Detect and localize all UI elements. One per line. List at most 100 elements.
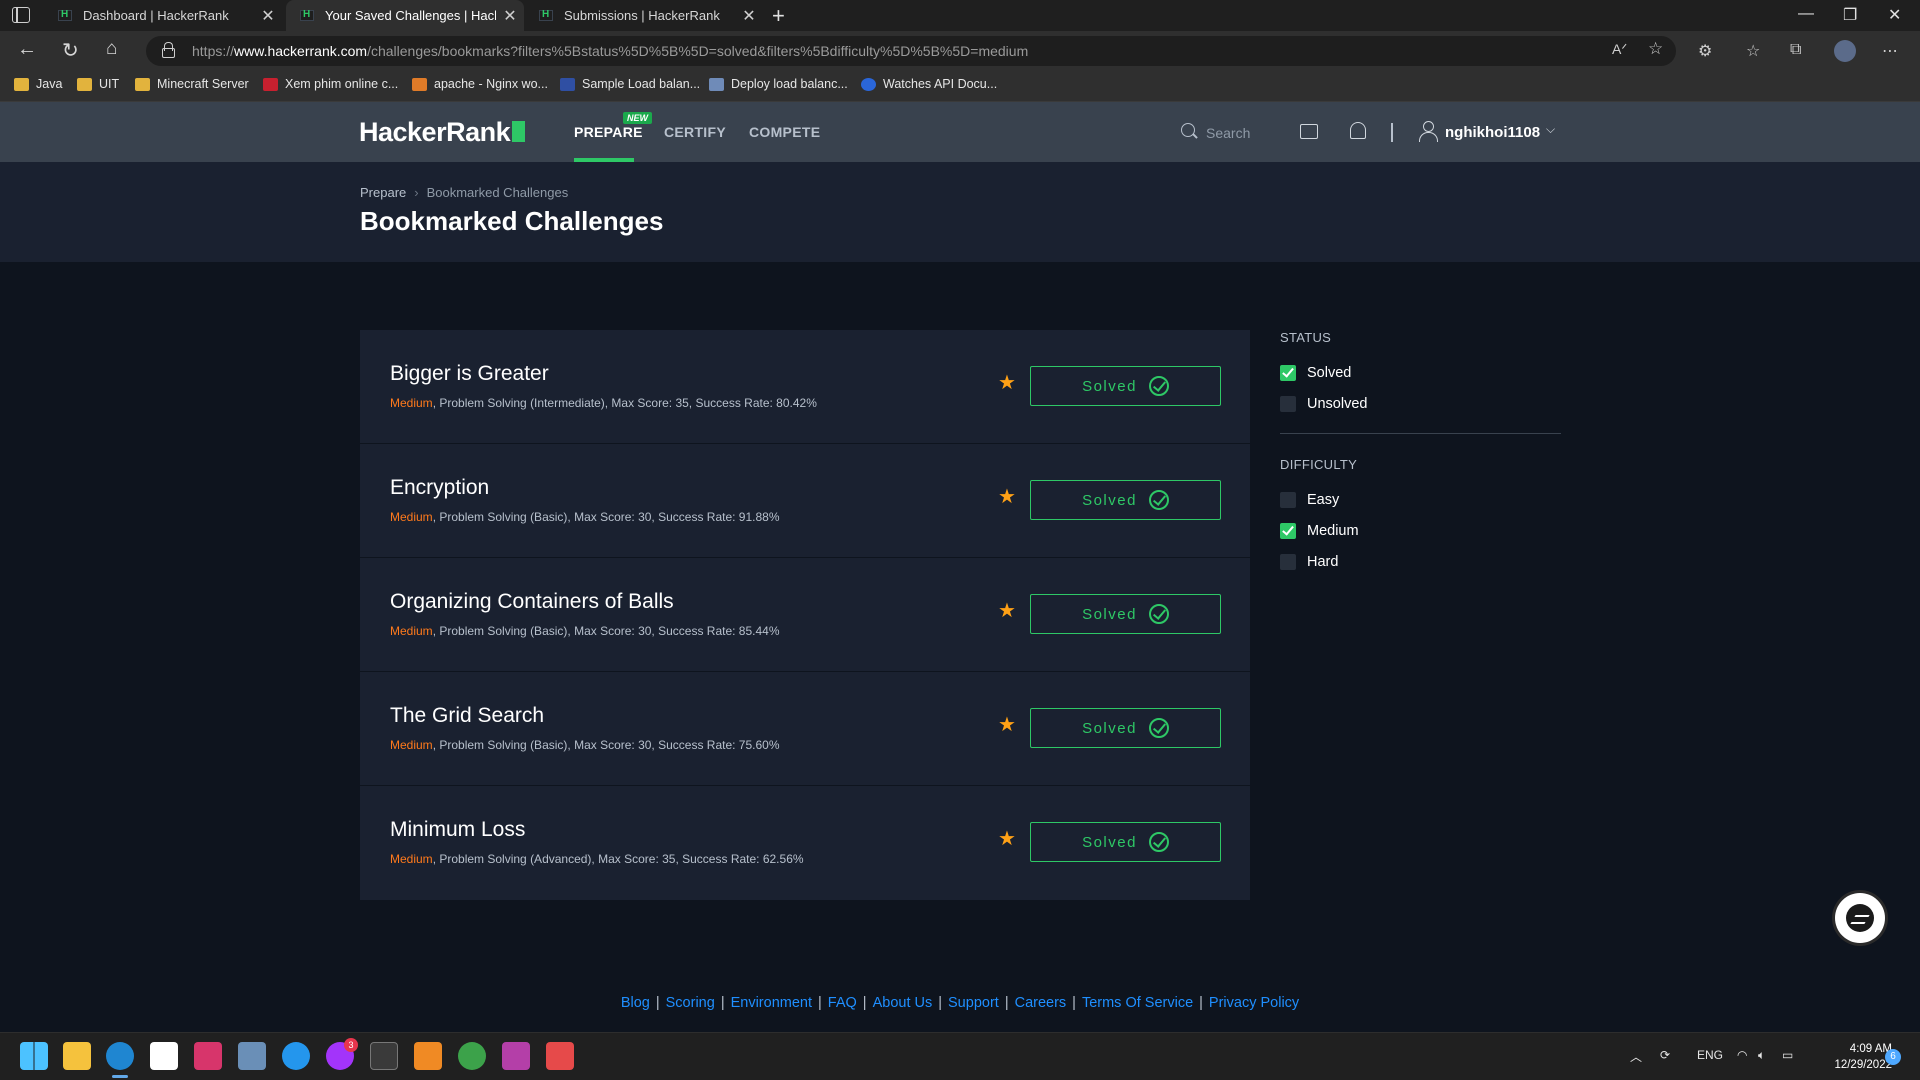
bookmark-star-icon[interactable]: ★: [998, 370, 1016, 395]
pdf-editor-icon[interactable]: [502, 1042, 530, 1070]
breadcrumb-prepare[interactable]: Prepare: [360, 185, 406, 200]
bookmark-minecraft-server[interactable]: Minecraft Server: [135, 77, 249, 91]
notification-count-badge[interactable]: 6: [1885, 1049, 1901, 1065]
nav-prepare[interactable]: PREPARE: [574, 124, 643, 140]
footer-link-faq[interactable]: FAQ: [828, 995, 857, 1011]
back-icon[interactable]: ←: [17, 38, 37, 61]
bookmark-uit[interactable]: UIT: [77, 77, 119, 91]
filter-easy[interactable]: Easy: [1280, 484, 1561, 515]
edge-dev-icon[interactable]: [458, 1042, 486, 1070]
notifications-bell-icon[interactable]: [1350, 122, 1366, 139]
favorite-add-icon[interactable]: ☆: [1648, 39, 1663, 59]
filter-solved[interactable]: Solved: [1280, 357, 1561, 388]
start-windows-icon[interactable]: [20, 1042, 48, 1070]
footer-link-support[interactable]: Support: [948, 995, 999, 1011]
messenger-chat-icon[interactable]: [1835, 893, 1885, 943]
profile-avatar[interactable]: [1834, 40, 1856, 62]
hackerrank-logo[interactable]: HackerRank: [359, 117, 526, 148]
messages-icon[interactable]: [1300, 124, 1318, 139]
sublime-text-icon[interactable]: [414, 1042, 442, 1070]
home-icon[interactable]: ⌂: [106, 38, 117, 60]
checkbox-unchecked[interactable]: [1280, 491, 1296, 508]
filter-medium[interactable]: Medium: [1280, 515, 1561, 546]
url-text[interactable]: https://www.hackerrank.com/challenges/bo…: [192, 43, 1028, 59]
refresh-icon[interactable]: ↻: [62, 38, 79, 63]
bookmark-star-icon[interactable]: ★: [998, 484, 1016, 509]
solved-button[interactable]: Solved: [1030, 480, 1221, 520]
language-indicator[interactable]: ENG: [1697, 1048, 1723, 1062]
bookmark-star-icon[interactable]: ★: [998, 712, 1016, 737]
wifi-icon[interactable]: ◠: [1737, 1048, 1747, 1062]
footer-link-terms[interactable]: Terms Of Service: [1082, 995, 1193, 1011]
solved-button[interactable]: Solved: [1030, 594, 1221, 634]
nav-compete[interactable]: COMPETE: [749, 124, 820, 140]
footer-link-environment[interactable]: Environment: [731, 995, 812, 1011]
collections-icon[interactable]: ⧉: [1790, 41, 1801, 59]
bookmark-deploy-load-balancer[interactable]: Deploy load balanc...: [709, 77, 848, 91]
checkbox-unchecked[interactable]: [1280, 553, 1296, 570]
challenge-title[interactable]: Minimum Loss: [390, 818, 525, 842]
username-menu[interactable]: nghikhoi1108: [1445, 124, 1540, 141]
battery-icon[interactable]: ▭: [1782, 1048, 1793, 1062]
system-clock[interactable]: 4:09 AM 12/29/2022: [1822, 1041, 1892, 1073]
challenge-title[interactable]: The Grid Search: [390, 704, 544, 728]
tab-actions-icon[interactable]: [12, 7, 30, 23]
search-input[interactable]: Search: [1206, 125, 1250, 141]
minimize-icon[interactable]: —: [1798, 5, 1814, 23]
bookmark-java[interactable]: Java: [14, 77, 62, 91]
filter-hard[interactable]: Hard: [1280, 546, 1561, 577]
user-icon[interactable]: [1418, 121, 1438, 143]
bookmark-apache-nginx[interactable]: apache - Nginx wo...: [412, 77, 548, 91]
footer-link-careers[interactable]: Careers: [1015, 995, 1067, 1011]
lock-icon[interactable]: [162, 42, 175, 58]
footer-link-about-us[interactable]: About Us: [873, 995, 933, 1011]
challenge-title[interactable]: Organizing Containers of Balls: [390, 590, 674, 614]
browser-tab-saved-challenges[interactable]: Your Saved Challenges | HackerRank ✕: [286, 0, 524, 31]
tray-chevron-up-icon[interactable]: ︿: [1630, 1048, 1642, 1065]
more-menu-icon[interactable]: ⋯: [1882, 41, 1898, 61]
sync-icon[interactable]: ⟳: [1660, 1048, 1670, 1062]
volume-icon[interactable]: 🔈︎: [1758, 1048, 1765, 1063]
new-tab-icon[interactable]: +: [772, 3, 785, 29]
tab-close-icon[interactable]: ✕: [735, 6, 763, 26]
checkbox-checked[interactable]: [1280, 364, 1296, 381]
browser-tab-dashboard[interactable]: Dashboard | HackerRank ✕: [44, 0, 282, 31]
bookmark-sample-load-balancer[interactable]: Sample Load balan...: [560, 77, 700, 91]
docker-icon[interactable]: [282, 1042, 310, 1070]
solved-button[interactable]: Solved: [1030, 708, 1221, 748]
messenger-taskbar-icon[interactable]: 3: [326, 1038, 358, 1070]
nav-certify[interactable]: CERTIFY: [664, 124, 726, 140]
address-bar[interactable]: https://www.hackerrank.com/challenges/bo…: [146, 36, 1676, 66]
extensions-icon[interactable]: ⚙: [1698, 41, 1712, 61]
terminal-icon[interactable]: [370, 1042, 398, 1070]
search-icon[interactable]: [1181, 123, 1195, 137]
notion-icon[interactable]: [150, 1042, 178, 1070]
tab-close-icon[interactable]: ✕: [254, 6, 282, 26]
file-explorer-icon[interactable]: [63, 1042, 91, 1070]
filter-unsolved[interactable]: Unsolved: [1280, 388, 1561, 419]
edge-browser-icon[interactable]: [106, 1042, 134, 1078]
favorites-icon[interactable]: ☆: [1746, 41, 1760, 61]
window-close-icon[interactable]: ✕: [1888, 5, 1901, 25]
bookmark-star-icon[interactable]: ★: [998, 826, 1016, 851]
snipping-tool-icon[interactable]: [546, 1042, 574, 1070]
footer-link-privacy[interactable]: Privacy Policy: [1209, 995, 1299, 1011]
footer-link-scoring[interactable]: Scoring: [666, 995, 715, 1011]
tab-close-icon[interactable]: ✕: [496, 6, 524, 26]
solved-button[interactable]: Solved: [1030, 822, 1221, 862]
solved-button[interactable]: Solved: [1030, 366, 1221, 406]
read-aloud-icon[interactable]: Aᐟ: [1612, 41, 1627, 58]
bookmark-xem-phim[interactable]: Xem phim online c...: [263, 77, 398, 91]
bookmark-watches-api[interactable]: Watches API Docu...: [861, 77, 997, 91]
browser-tab-submissions[interactable]: Submissions | HackerRank ✕: [525, 0, 763, 31]
intellij-icon[interactable]: [194, 1042, 222, 1070]
footer-link-blog[interactable]: Blog: [621, 995, 650, 1011]
restore-icon[interactable]: ❐: [1843, 5, 1857, 25]
photos-icon[interactable]: [238, 1042, 266, 1070]
chevron-down-icon[interactable]: ⌵: [1546, 122, 1555, 137]
challenge-title[interactable]: Encryption: [390, 476, 489, 500]
checkbox-checked[interactable]: [1280, 522, 1296, 539]
checkbox-unchecked[interactable]: [1280, 395, 1296, 412]
challenge-title[interactable]: Bigger is Greater: [390, 362, 549, 386]
bookmark-star-icon[interactable]: ★: [998, 598, 1016, 623]
